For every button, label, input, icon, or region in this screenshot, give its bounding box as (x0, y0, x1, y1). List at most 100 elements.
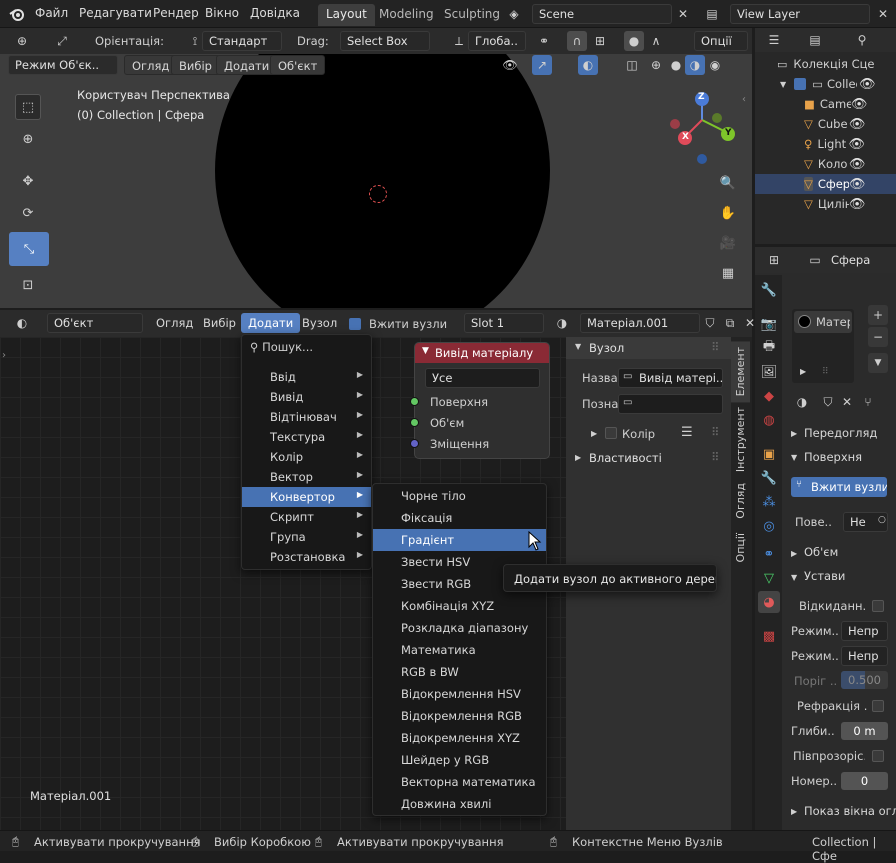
outliner-item[interactable]: ▼ ▭ Collec 👁 (755, 74, 896, 94)
subsurface-checkbox[interactable] (872, 750, 884, 762)
submenu-item[interactable]: Довжина хвилі (373, 793, 546, 815)
tool-icon[interactable]: 🔧 (758, 279, 780, 301)
gizmo-toggle-icon[interactable]: ↗ (532, 55, 552, 75)
texture-icon[interactable]: ▩ (758, 625, 780, 647)
chevron-right-icon[interactable]: ▶ (791, 429, 797, 438)
preview-section[interactable]: Передогляд (804, 426, 896, 440)
visibility-icon[interactable]: 👁 (500, 55, 520, 75)
tab-options[interactable]: Опції (731, 527, 750, 568)
viewport-3d[interactable]: ⊕ ⤢ Орієнтація: ⟟ Стандарт Drag: Select … (0, 28, 752, 308)
scale-icon[interactable]: ⤡ (9, 232, 49, 266)
material-browse-icon[interactable]: ◑ (792, 392, 812, 412)
tab-layout[interactable]: Layout (318, 4, 375, 26)
chevron-right-icon[interactable]: ▶ (791, 807, 797, 816)
material-shading-icon[interactable]: ◑ (685, 55, 705, 75)
chevron-right-icon[interactable]: ▶ (800, 367, 806, 376)
cursor-icon[interactable]: ⊕ (15, 126, 41, 152)
eye-icon[interactable]: 👁 (859, 77, 876, 92)
menu-item-group[interactable]: Група ▶ (242, 527, 371, 547)
node-socket[interactable] (410, 439, 419, 448)
target-select[interactable]: Усе (425, 368, 540, 388)
view-layer-icon[interactable]: ▤ (702, 4, 722, 24)
list-icon[interactable]: ☰ (681, 425, 693, 440)
submenu-item-active[interactable]: Градієнт (373, 529, 546, 551)
material-browse-icon[interactable]: ◑ (552, 313, 572, 333)
shadow-mode-select[interactable]: Непр (841, 646, 888, 666)
node-label-field[interactable] (618, 394, 723, 414)
outliner-item[interactable]: ♀ Light 👁 (755, 134, 896, 154)
menu-add[interactable]: Додати (241, 313, 301, 333)
outliner-type-icon[interactable]: ☰ (764, 30, 784, 50)
menu-object[interactable]: Об'єкт (270, 55, 326, 75)
chevron-right-icon[interactable]: ▶ (791, 549, 797, 558)
slot-select[interactable]: Slot 1 (464, 313, 544, 333)
constraints-icon[interactable]: ⚭ (758, 543, 780, 565)
search-item[interactable]: ⚲ Пошук... (242, 335, 371, 361)
backface-checkbox[interactable] (872, 600, 884, 612)
overlay-icon[interactable]: ◐ (578, 55, 598, 75)
display-mode-icon[interactable]: ▤ (805, 30, 825, 50)
menu-edit[interactable]: Редагувати (79, 6, 152, 20)
zoom-icon[interactable]: 🔍 (717, 172, 739, 194)
chevron-down-icon[interactable]: ▼ (791, 453, 797, 462)
grid-view-icon[interactable]: ▦ (717, 262, 739, 284)
pivot-icon[interactable]: ⚭ (534, 31, 554, 51)
menu-node[interactable]: Вузол (295, 313, 344, 333)
object-type-select[interactable]: Об'єкт (47, 313, 143, 333)
fake-user-shield-icon[interactable]: ⛉ (700, 313, 720, 333)
material-name-field[interactable]: Матеріал.001 (580, 313, 700, 333)
fake-user-shield-icon[interactable]: ⛉ (818, 392, 838, 412)
volume-section[interactable]: Об'єм (804, 545, 838, 559)
submenu-item[interactable]: Відокремлення XYZ (373, 727, 546, 749)
collection-checkbox[interactable] (794, 78, 807, 90)
camera-view-icon[interactable]: 🎥 (717, 232, 739, 254)
drag-handle-icon[interactable]: ⠿ (822, 367, 829, 377)
drag-handle-icon[interactable]: ⠿ (711, 425, 719, 439)
drag-select[interactable]: Select Box (340, 31, 430, 51)
chevron-down-icon[interactable]: ▼ (868, 353, 888, 373)
eye-icon[interactable]: 👁 (849, 177, 866, 192)
solid-shading-icon[interactable]: ● (666, 55, 686, 75)
menu-item-output[interactable]: Вивід ▶ (242, 387, 371, 407)
submenu-item[interactable]: Відокремлення HSV (373, 683, 546, 705)
scene-icon[interactable]: ◆ (758, 385, 780, 407)
tab-element[interactable]: Елемент (731, 341, 750, 403)
xray-icon[interactable]: ◫ (622, 55, 642, 75)
particles-icon[interactable]: ⁂ (758, 491, 780, 513)
outliner-item-selected[interactable]: ▽ Сфер 👁 (755, 174, 896, 194)
transform-icon[interactable]: ⤢ (52, 31, 72, 51)
node-socket[interactable] (410, 397, 419, 406)
material-slot-list[interactable]: Матер ▶ ⠿ (792, 309, 854, 383)
material-icon[interactable]: ◕ (758, 591, 780, 613)
collapse-chevron-icon[interactable]: ‹ (742, 94, 746, 105)
tab-tool[interactable]: Інструмент (731, 401, 750, 478)
tab-view[interactable]: Огляд (731, 477, 750, 525)
depth-field[interactable]: 0 m (841, 722, 888, 740)
node-header[interactable]: ▼ Вивід матеріалу (415, 343, 549, 363)
transform-orientation-select[interactable]: Глоба.. (468, 31, 526, 51)
search-icon[interactable]: ⚲ (852, 30, 872, 50)
outliner-item[interactable]: ▽ Цилін 👁 (755, 194, 896, 214)
eye-icon[interactable]: 👁 (849, 117, 866, 132)
duplicate-icon[interactable]: ⧉ (720, 313, 740, 333)
close-icon[interactable]: ✕ (873, 4, 893, 24)
menu-view[interactable]: Огляд (149, 313, 200, 333)
chevron-down-icon[interactable]: ▼ (791, 573, 797, 582)
falloff-icon[interactable]: ∧ (646, 31, 666, 51)
menu-select[interactable]: Вибір (171, 55, 220, 75)
threshold-field[interactable]: 0.500 (841, 671, 888, 689)
snap-target-icon[interactable]: ⊞ (590, 31, 610, 51)
submenu-item[interactable]: Чорне тіло (373, 485, 546, 507)
cursor-tool-icon[interactable]: ⊕ (12, 31, 32, 51)
menu-add[interactable]: Додати (216, 55, 278, 75)
world-icon[interactable]: ◍ (758, 409, 780, 431)
outliner-scene-collection[interactable]: ▭ Колекція Сце (755, 54, 896, 74)
material-slot-item[interactable]: Матер (794, 311, 852, 333)
3d-cursor-icon[interactable] (369, 185, 387, 203)
outliner-item[interactable]: ▽ Коло 👁 (755, 154, 896, 174)
orientation-select[interactable]: Стандарт (202, 31, 282, 51)
menu-item-input[interactable]: Ввід ▶ (242, 367, 371, 387)
scene-icon[interactable]: ◈ (504, 4, 524, 24)
menu-file[interactable]: Файл (35, 6, 68, 20)
pass-index-field[interactable]: 0 (841, 772, 888, 790)
